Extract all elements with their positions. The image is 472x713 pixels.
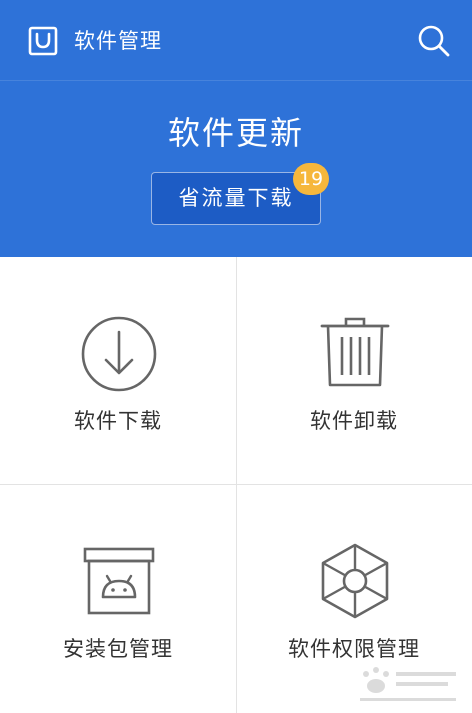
aperture-icon [321,543,389,619]
update-section-title: 软件更新 [167,114,304,152]
function-grid: 软件下载 软件卸载 安装包管理 软件权限管理 [0,257,472,713]
software-uninstall-label: 软件卸载 [310,409,398,433]
search-icon[interactable] [417,24,451,58]
software-download-tile[interactable]: 软件下载 [0,257,236,484]
package-management-tile[interactable]: 安装包管理 [0,485,236,712]
app-title: 软件管理 [74,29,162,53]
android-package-icon [83,547,155,615]
software-uninstall-tile[interactable]: 软件卸载 [236,257,472,484]
top-bar: 软件管理 [0,0,472,81]
shopping-bag-icon [28,26,58,56]
software-download-label: 软件下载 [74,409,162,433]
baidu-watermark-icon [360,667,456,701]
update-count-badge: 19 [293,163,329,195]
trash-can-icon [320,317,390,387]
permission-management-label: 软件权限管理 [288,637,420,661]
download-circle-icon [81,316,157,392]
hero-panel: 软件管理 软件更新 省流量下载 19 [0,0,472,257]
app-screen: 软件管理 软件更新 省流量下载 19 软件下载 软件卸载 安装包管理 软件权限管… [0,0,472,713]
package-management-label: 安装包管理 [63,637,173,661]
